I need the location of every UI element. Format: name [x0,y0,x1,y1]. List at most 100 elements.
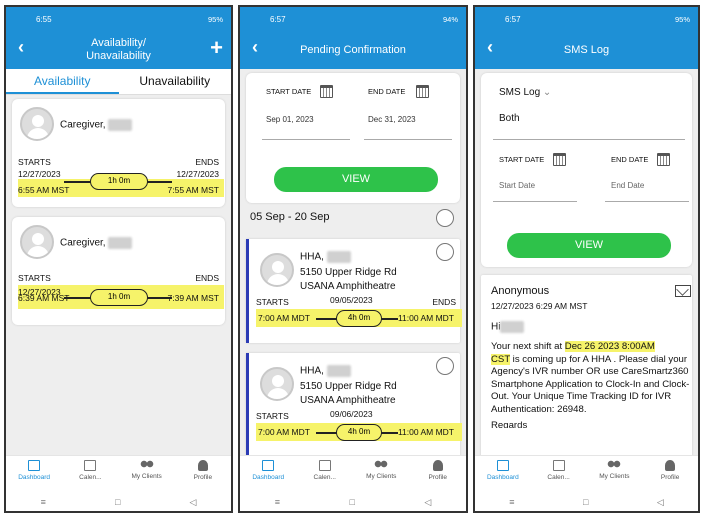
filter-card: SMS Log ⌄ Both START DATE Start Date END… [481,73,692,267]
nav-my-clients[interactable]: My Clients [353,456,410,493]
nav-calendar[interactable]: Calen... [531,456,587,493]
title-line-2: Unavailability [86,50,151,62]
back-icon[interactable]: ◁ [190,497,197,508]
select-radio[interactable] [436,243,454,261]
system-nav: ≡ □ ◁ [475,493,698,511]
divider [364,139,452,140]
nav-dashboard[interactable]: Dashboard [6,456,62,493]
end-time: 7:39 AM MST [167,293,220,303]
battery-level: 94% [442,14,458,24]
back-arrow-icon[interactable]: ‹ [252,37,258,58]
home-icon[interactable]: □ [115,497,120,507]
nav-profile[interactable]: Profile [175,456,231,493]
start-date-value[interactable]: Sep 01, 2023 [266,115,314,124]
status-bar: 6:55 95% [6,7,231,31]
nav-my-clients[interactable]: My Clients [119,456,175,493]
dashboard-icon [262,460,275,471]
ends-label: ENDS [195,273,219,283]
back-icon[interactable]: ◁ [657,497,664,508]
profile-icon [197,460,208,471]
availability-screen: 6:55 95% ‹ Availability/ Unavailability … [4,5,233,513]
battery-level: 95% [207,14,223,24]
calendar-icon [318,460,331,471]
nav-calendar[interactable]: Calen... [62,456,118,493]
nav-my-clients[interactable]: My Clients [587,456,643,493]
caregiver-name: Caregiver, [60,119,133,131]
sender-name: Anonymous [491,285,550,297]
message-body: Your next shift at Dec 26 2023 8:00AM CS… [491,341,693,428]
status-bar: 6:57 95% [475,7,698,31]
starts-label: STARTS [18,157,51,167]
range-select-radio[interactable] [436,209,454,227]
nav-profile[interactable]: Profile [410,456,467,493]
nav-dashboard[interactable]: Dashboard [240,456,297,493]
app-bar: ‹ Pending Confirmation [240,31,466,69]
message-timestamp: 12/27/2023 6:29 AM MST [491,301,588,311]
accent-bar [246,353,249,457]
chevron-down-icon: ⌄ [542,87,552,98]
calendar-icon[interactable] [320,85,333,98]
end-date-label: END DATE [368,87,406,96]
start-date-label: START DATE [499,155,545,164]
back-arrow-icon[interactable]: ‹ [18,37,24,58]
ends-label: ENDS [195,157,219,167]
view-button[interactable]: VIEW [274,167,438,192]
end-date-input[interactable]: End Date [611,181,644,190]
visit-card[interactable]: HHA, 5150 Upper Ridge Rd USANA Amphithea… [246,353,462,457]
calendar-icon[interactable] [657,153,670,166]
profile-icon [432,460,443,471]
back-arrow-icon[interactable]: ‹ [487,37,493,58]
clients-icon [374,460,389,470]
end-date-value[interactable]: Dec 31, 2023 [368,115,416,124]
nav-dashboard[interactable]: Dashboard [475,456,531,493]
start-date: 12/27/2023 [18,169,61,179]
highlighted-timezone: CST [491,353,511,365]
add-icon[interactable]: + [210,35,223,61]
envelope-icon [675,285,691,297]
duration-pill: 4h 0m [336,424,382,441]
home-icon[interactable]: □ [349,497,354,507]
end-time: 7:55 AM MST [167,185,220,195]
start-date-label: START DATE [266,87,312,96]
availability-card[interactable]: Caregiver, STARTS ENDS 12/27/2023 6:39 A… [12,217,225,325]
message-card[interactable]: Anonymous 12/27/2023 6:29 AM MST Hi Your… [481,275,692,475]
visit-card[interactable]: HHA, 5150 Upper Ridge Rd USANA Amphithea… [246,239,462,343]
nav-calendar[interactable]: Calen... [297,456,354,493]
duration-pill: 1h 0m [90,289,148,306]
tab-availability[interactable]: Availability [6,69,119,94]
app-bar: ‹ Availability/ Unavailability + [6,31,231,69]
recent-apps-icon[interactable]: ≡ [275,497,280,507]
log-filter-value[interactable]: Both [499,113,520,124]
view-button[interactable]: VIEW [507,233,671,258]
client-name: HHA, [300,365,351,377]
starts-label: STARTS [256,411,289,421]
address-line-2: USANA Amphitheatre [300,395,396,406]
home-icon[interactable]: □ [583,497,588,507]
clients-icon [139,460,154,470]
ends-label: ENDS [432,297,456,307]
battery-level: 95% [674,14,690,24]
system-nav: ≡ □ ◁ [6,493,231,511]
select-radio[interactable] [436,357,454,375]
back-icon[interactable]: ◁ [424,497,431,508]
status-time: 6:55 [36,14,52,24]
start-date-input[interactable]: Start Date [499,181,535,190]
recent-apps-icon[interactable]: ≡ [41,497,46,507]
divider [493,139,685,140]
status-time: 6:57 [505,14,521,24]
log-type-dropdown[interactable]: SMS Log ⌄ [499,87,551,98]
header: 6:57 95% ‹ SMS Log [475,7,698,69]
calendar-icon[interactable] [416,85,429,98]
address-line-1: 5150 Upper Ridge Rd [300,381,397,392]
address-line-1: 5150 Upper Ridge Rd [300,267,397,278]
nav-profile[interactable]: Profile [642,456,698,493]
recent-apps-icon[interactable]: ≡ [509,497,514,507]
dashboard-icon [28,460,41,471]
clients-icon [607,460,622,470]
calendar-icon[interactable] [553,153,566,166]
bottom-nav: Dashboard Calen... My Clients Profile [475,455,698,493]
availability-card[interactable]: Caregiver, STARTS ENDS 12/27/2023 6:55 A… [12,99,225,207]
calendar-icon [552,460,565,471]
system-nav: ≡ □ ◁ [240,493,466,511]
tab-unavailability[interactable]: Unavailability [119,69,232,94]
